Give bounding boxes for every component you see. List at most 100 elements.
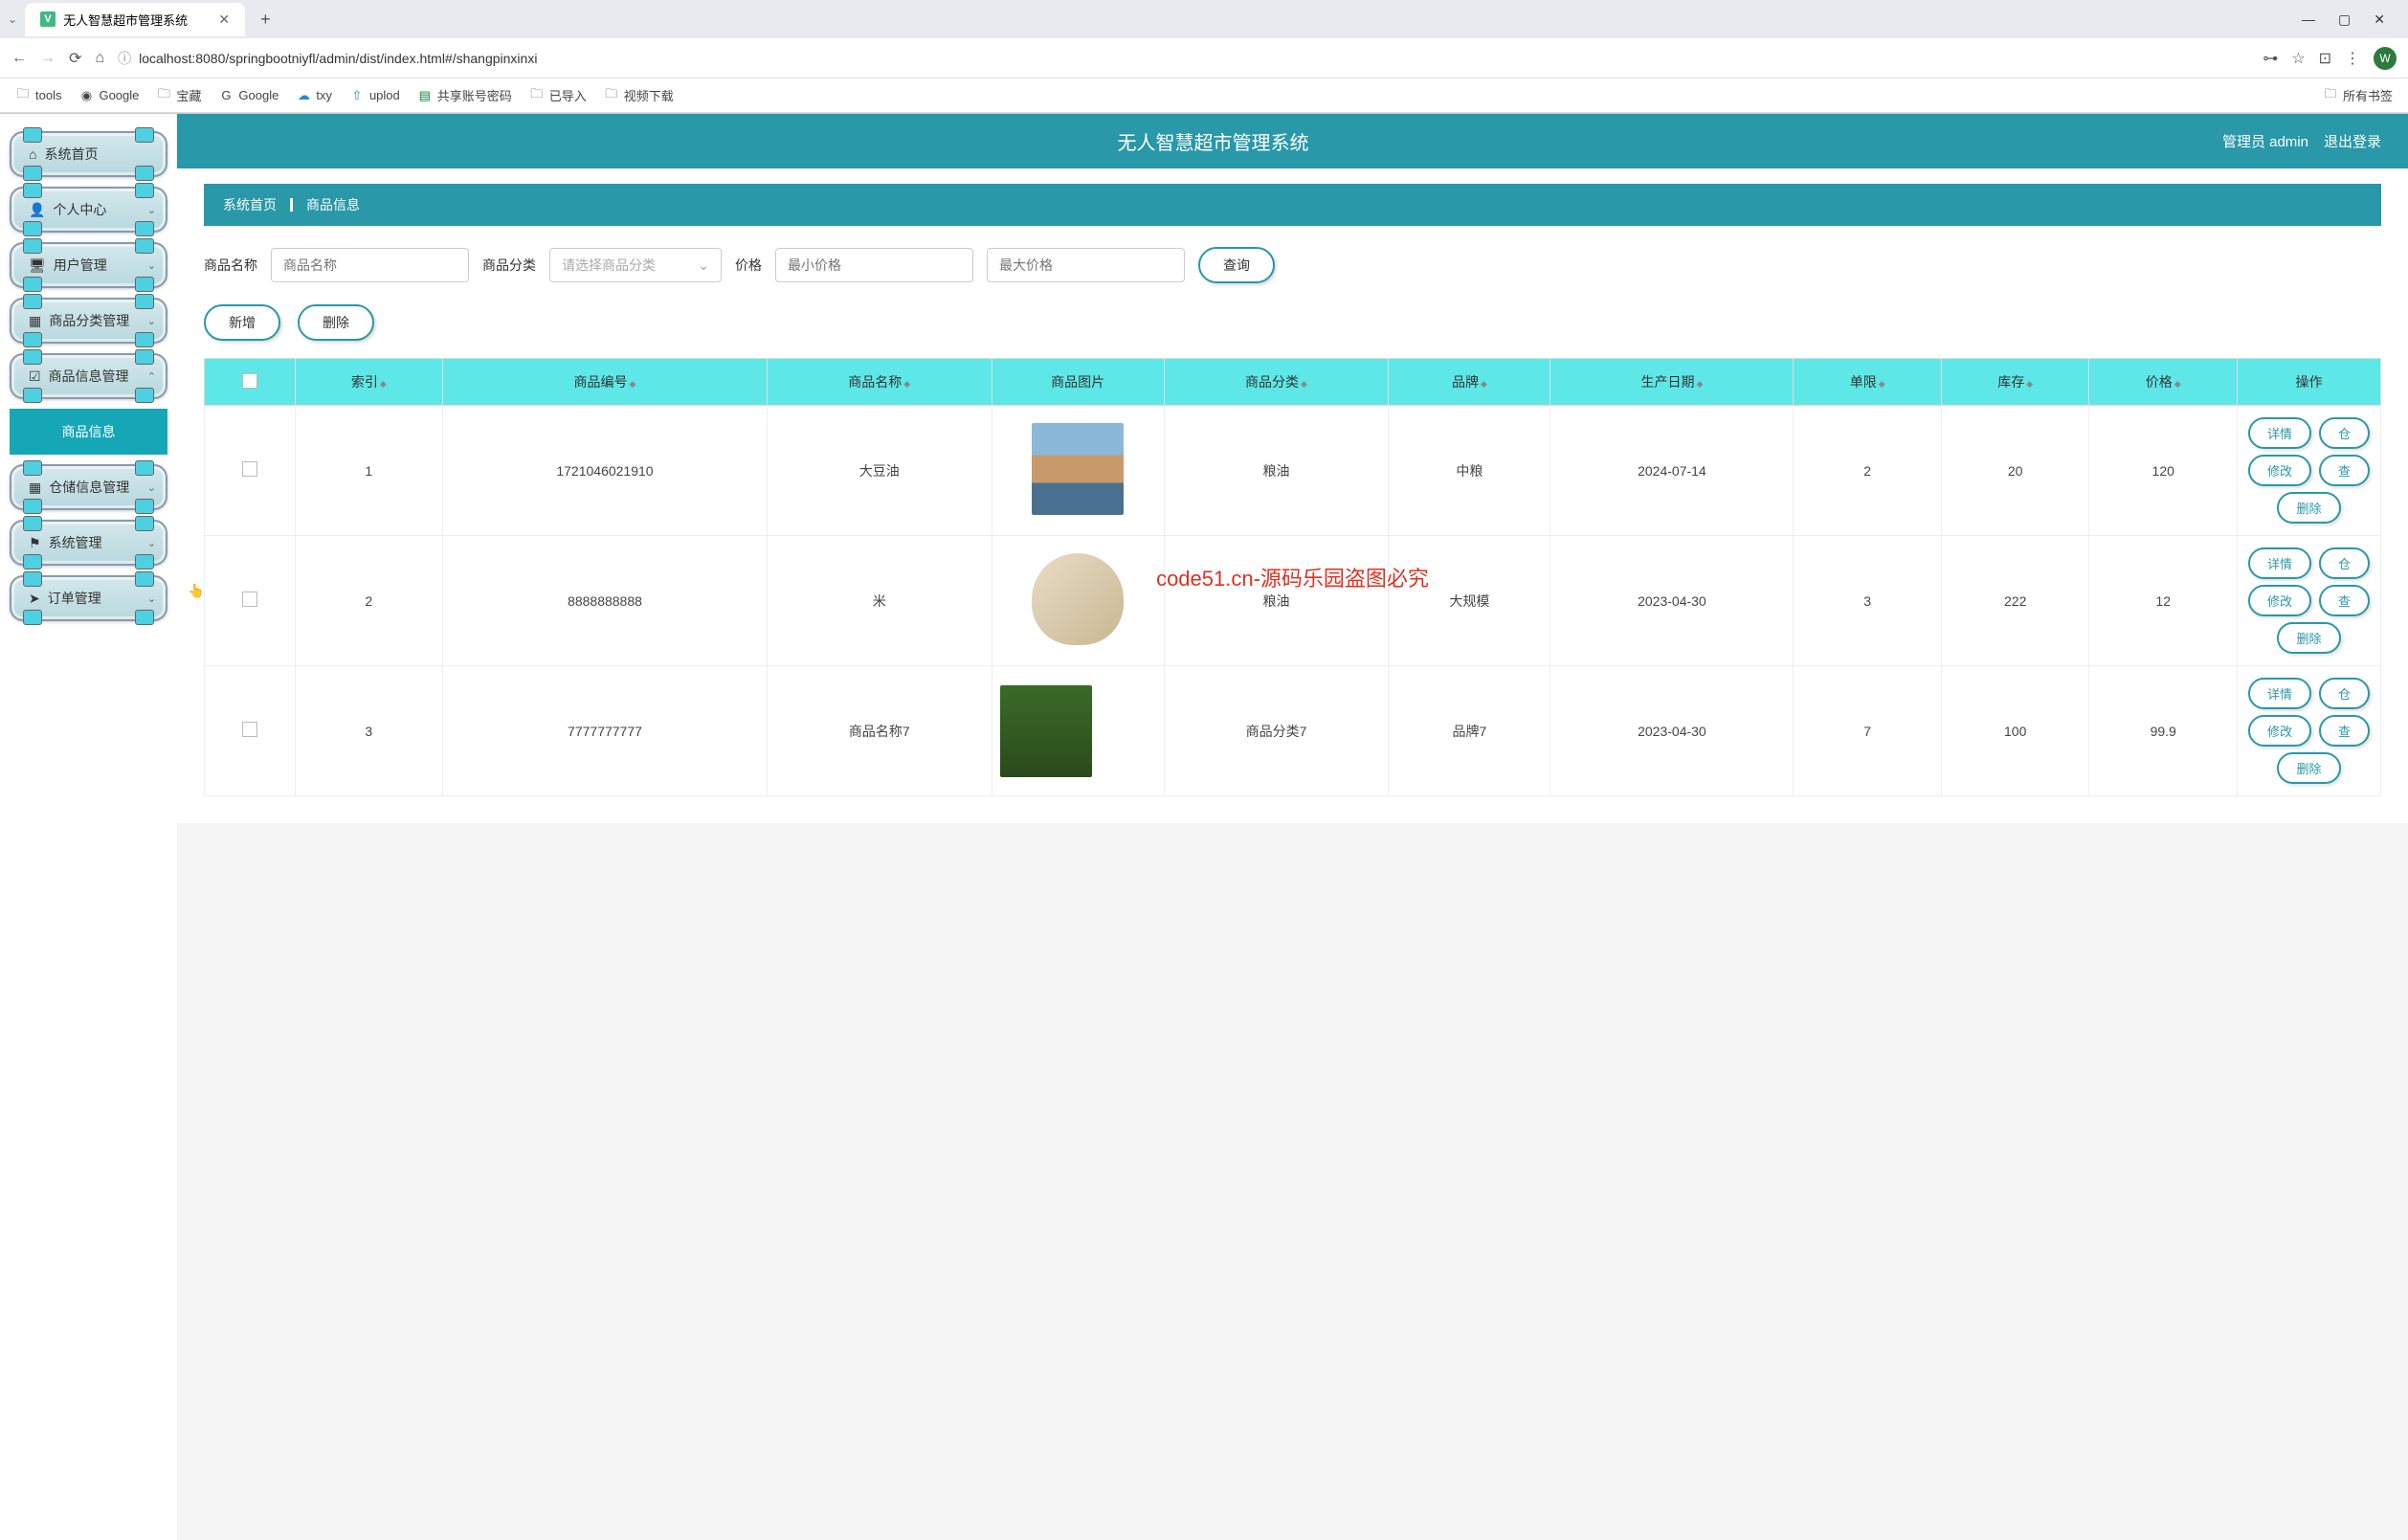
check-button[interactable]: 查 — [2319, 455, 2370, 486]
cell-name: 大豆油 — [767, 406, 992, 536]
bookmark-uplod[interactable]: ⇧uplod — [349, 88, 400, 103]
detail-button[interactable]: 详情 — [2248, 678, 2311, 709]
check-button[interactable]: 查 — [2319, 715, 2370, 747]
bookmark-google[interactable]: ◉Google — [78, 88, 139, 103]
delete-button[interactable]: 删除 — [298, 304, 374, 341]
menu-icon[interactable]: ⋮ — [2345, 49, 2360, 68]
search-button[interactable]: 查询 — [1198, 247, 1275, 283]
url-field[interactable]: ⓘ localhost:8080/springbootniyfl/admin/d… — [118, 49, 2249, 68]
add-button[interactable]: 新增 — [204, 304, 280, 341]
cell-name: 米 — [767, 536, 992, 666]
bookmark-imported[interactable]: 🗀已导入 — [529, 86, 587, 104]
new-tab-button[interactable]: + — [253, 10, 279, 30]
tab-dropdown-icon[interactable]: ⌄ — [8, 12, 17, 26]
stock-button[interactable]: 仓 — [2319, 678, 2370, 709]
sidebar-submenu-product-info[interactable]: 商品信息 — [10, 409, 167, 455]
th-date[interactable]: 生产日期◆ — [1550, 359, 1794, 406]
sidebar-item-product[interactable]: ☑商品信息管理⌃ — [10, 353, 167, 399]
edit-button[interactable]: 修改 — [2248, 585, 2311, 616]
row-checkbox[interactable] — [242, 722, 257, 737]
th-cat[interactable]: 商品分类◆ — [1164, 359, 1389, 406]
breadcrumb-current: 商品信息 — [306, 195, 360, 214]
cell-brand: 大规模 — [1389, 536, 1550, 666]
sidebar-item-profile[interactable]: 👤个人中心⌄ — [10, 187, 167, 233]
edit-button[interactable]: 修改 — [2248, 715, 2311, 747]
sidebar-item-users[interactable]: 🖥用户管理⌄ — [10, 242, 167, 288]
row-delete-button[interactable]: 删除 — [2277, 492, 2340, 524]
browser-tab[interactable]: V 无人智慧超市管理系统 ✕ — [25, 3, 245, 36]
forward-icon[interactable]: → — [40, 50, 56, 67]
stock-button[interactable]: 仓 — [2319, 547, 2370, 579]
flag-icon: ⚑ — [29, 535, 41, 551]
user-icon: 👤 — [29, 202, 45, 218]
close-icon[interactable]: ✕ — [218, 11, 230, 28]
minimize-icon[interactable]: — — [2302, 11, 2315, 28]
th-price[interactable]: 价格◆ — [2089, 359, 2238, 406]
th-stock[interactable]: 库存◆ — [1941, 359, 2089, 406]
breadcrumb: 系统首页 商品信息 — [204, 184, 2381, 226]
cell-brand: 中粮 — [1389, 406, 1550, 536]
filter-cat-label: 商品分类 — [482, 256, 536, 275]
extension-icon[interactable]: ⊡ — [2319, 49, 2331, 68]
sort-icon: ◆ — [1879, 379, 1885, 389]
row-delete-button[interactable]: 删除 — [2277, 752, 2340, 784]
bookmark-share[interactable]: ▤共享账号密码 — [417, 86, 512, 104]
th-brand[interactable]: 品牌◆ — [1389, 359, 1550, 406]
main-content: 无人智慧超市管理系统 管理员 admin 退出登录 系统首页 商品信息 商品名称… — [177, 114, 2408, 1540]
stock-button[interactable]: 仓 — [2319, 417, 2370, 449]
sort-icon: ◆ — [2174, 379, 2181, 389]
send-icon: ➤ — [29, 591, 40, 607]
row-checkbox[interactable] — [242, 461, 257, 477]
sidebar-item-warehouse[interactable]: ▦仓储信息管理⌄ — [10, 464, 167, 510]
bookmark-tools[interactable]: 🗀tools — [15, 88, 61, 103]
google-icon: ◉ — [78, 88, 94, 103]
profile-avatar[interactable]: W — [2374, 47, 2397, 70]
cell-date: 2023-04-30 — [1550, 666, 1794, 796]
sort-icon: ◆ — [380, 379, 387, 389]
detail-button[interactable]: 详情 — [2248, 417, 2311, 449]
sidebar-item-orders[interactable]: ➤订单管理⌄ — [10, 575, 167, 621]
all-bookmarks[interactable]: 🗀所有书签 — [2323, 86, 2393, 104]
bookmark-baozang[interactable]: 🗀宝藏 — [156, 86, 201, 104]
cloud-icon: ☁ — [296, 88, 311, 103]
upload-icon: ⇧ — [349, 88, 365, 103]
th-name[interactable]: 商品名称◆ — [767, 359, 992, 406]
th-limit[interactable]: 单限◆ — [1794, 359, 1942, 406]
row-checkbox[interactable] — [242, 591, 257, 607]
sidebar-item-system[interactable]: ⚑系统管理⌄ — [10, 520, 167, 566]
cell-code: 8888888888 — [443, 536, 768, 666]
cell-brand: 品牌7 — [1389, 666, 1550, 796]
filter-name-input[interactable] — [271, 248, 469, 282]
th-code[interactable]: 商品编号◆ — [443, 359, 768, 406]
chevron-up-icon: ⌃ — [147, 370, 156, 383]
sheet-icon: ▤ — [417, 88, 433, 103]
filter-min-price-input[interactable] — [775, 248, 973, 282]
breadcrumb-home[interactable]: 系统首页 — [223, 195, 277, 214]
filter-price-label: 价格 — [735, 256, 762, 275]
sidebar-item-home[interactable]: ⌂系统首页 — [10, 131, 167, 177]
check-button[interactable]: 查 — [2319, 585, 2370, 616]
detail-button[interactable]: 详情 — [2248, 547, 2311, 579]
logout-button[interactable]: 退出登录 — [2324, 131, 2381, 151]
th-index[interactable]: 索引◆ — [295, 359, 443, 406]
edit-button[interactable]: 修改 — [2248, 455, 2311, 486]
row-delete-button[interactable]: 删除 — [2277, 622, 2340, 654]
select-all-checkbox[interactable] — [242, 373, 257, 389]
sidebar-item-category[interactable]: ▦商品分类管理⌄ — [10, 298, 167, 344]
bookmark-video[interactable]: 🗀视频下载 — [604, 86, 674, 104]
back-icon[interactable]: ← — [11, 50, 27, 67]
maximize-icon[interactable]: ▢ — [2338, 11, 2351, 28]
filter-max-price-input[interactable] — [987, 248, 1185, 282]
cell-actions: 详情 仓 修改 查 删除 — [2238, 406, 2381, 536]
home-icon[interactable]: ⌂ — [95, 50, 104, 67]
action-bar: 新增 删除 — [204, 304, 2381, 358]
close-window-icon[interactable]: ✕ — [2374, 11, 2385, 28]
filter-cat-select[interactable]: 请选择商品分类⌄ — [549, 248, 722, 282]
star-icon[interactable]: ☆ — [2291, 49, 2305, 68]
bookmark-txy[interactable]: ☁txy — [296, 88, 332, 103]
bookmark-google2[interactable]: GGoogle — [218, 88, 279, 103]
th-checkbox[interactable] — [205, 359, 296, 406]
reload-icon[interactable]: ⟳ — [69, 49, 81, 68]
chevron-down-icon: ⌄ — [147, 204, 156, 216]
key-icon[interactable]: ⊶ — [2263, 49, 2278, 68]
